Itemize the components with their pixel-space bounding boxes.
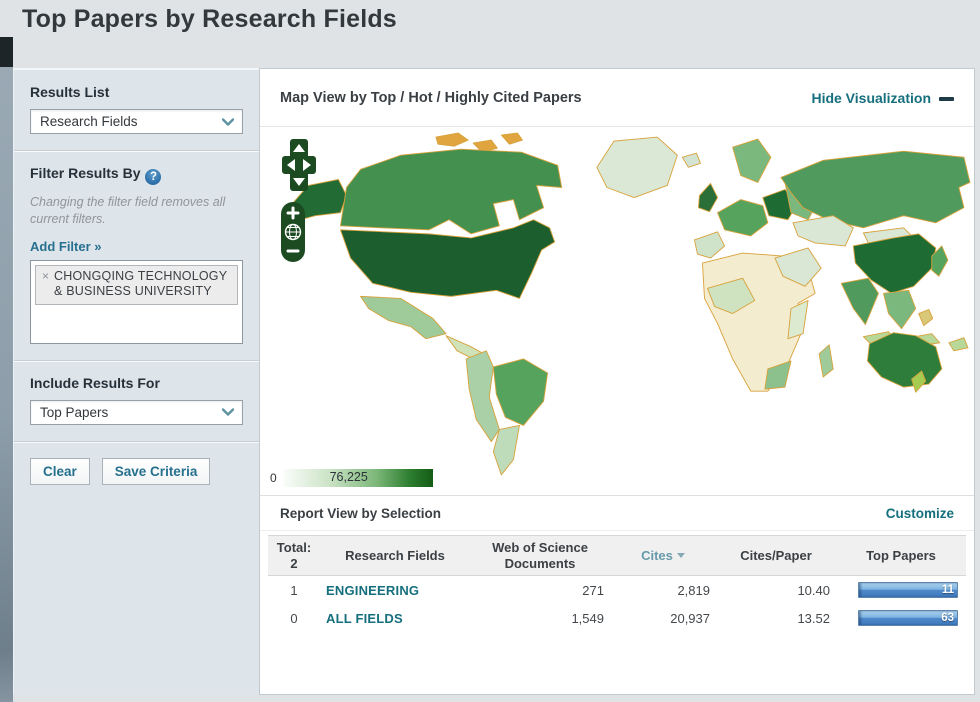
- collapse-minus-icon: [939, 96, 954, 101]
- table-row: 1 ENGINEERING 271 2,819 10.40 11: [268, 576, 966, 605]
- main-panel: Map View by Top / Hot / Highly Cited Pap…: [259, 68, 975, 695]
- results-list-selected: Research Fields: [40, 114, 138, 129]
- country-canada[interactable]: [339, 148, 563, 235]
- header-research-fields[interactable]: Research Fields: [320, 534, 470, 577]
- region-south-america-west[interactable]: [465, 350, 500, 443]
- chevron-down-icon: [221, 117, 235, 126]
- row-cites-per-paper: 13.52: [797, 610, 830, 626]
- map-view-header: Map View by Top / Hot / Highly Cited Pap…: [260, 69, 974, 127]
- add-filter-link[interactable]: Add Filter »: [30, 239, 102, 254]
- row-cites-per-paper: 10.40: [797, 582, 830, 598]
- country-usa[interactable]: [339, 219, 556, 299]
- field-link-engineering[interactable]: ENGINEERING: [326, 583, 419, 598]
- wos-line1: Web of Science: [492, 540, 588, 555]
- map-view-title: Map View by Top / Hot / Highly Cited Pap…: [280, 89, 582, 106]
- row-docs: 1,549: [571, 610, 604, 626]
- top-papers-value: 63: [941, 612, 954, 625]
- page-title: Top Papers by Research Fields: [22, 5, 397, 33]
- include-results-section: Include Results For Top Papers: [14, 361, 259, 442]
- include-results-dropdown[interactable]: Top Papers: [30, 399, 243, 425]
- results-list-section: Results List Research Fields: [14, 70, 259, 151]
- row-docs: 271: [582, 582, 604, 598]
- remove-filter-icon[interactable]: ×: [42, 269, 49, 300]
- save-criteria-button[interactable]: Save Criteria: [101, 457, 211, 485]
- region-scandinavia[interactable]: [732, 138, 772, 183]
- row-rank: 0: [290, 610, 298, 626]
- map-area: 0 76,225: [260, 127, 974, 495]
- header-wos-documents[interactable]: Web of Science Documents: [470, 534, 610, 577]
- header-cites-per-paper[interactable]: Cites/Paper: [716, 534, 836, 577]
- filter-note: Changing the filter field removes all cu…: [30, 195, 226, 226]
- field-link-all-fields[interactable]: ALL FIELDS: [326, 611, 403, 626]
- region-se-asia[interactable]: [883, 289, 917, 330]
- clear-button[interactable]: Clear: [30, 457, 90, 485]
- row-rank: 1: [290, 582, 298, 598]
- wos-line2: Documents: [504, 555, 576, 571]
- help-icon[interactable]: ?: [145, 169, 162, 185]
- sort-desc-icon: [676, 552, 685, 558]
- map-controls: [280, 137, 320, 263]
- legend-gradient-bar: 76,225: [282, 469, 433, 487]
- legend-min: 0: [270, 471, 277, 485]
- header-top-papers[interactable]: Top Papers: [836, 534, 966, 577]
- country-mexico[interactable]: [360, 295, 447, 340]
- sidebar-buttons: Clear Save Criteria: [14, 442, 259, 501]
- map-legend: 0 76,225: [270, 469, 433, 487]
- report-view-title: Report View by Selection: [280, 505, 442, 521]
- report-table: Total: 2 Research Fields Web of Science …: [268, 534, 966, 632]
- page-title-bar: Top Papers by Research Fields: [0, 0, 980, 38]
- zoom-control[interactable]: [280, 201, 306, 263]
- country-india[interactable]: [840, 277, 879, 326]
- total-label: Total:: [276, 540, 312, 555]
- world-map[interactable]: [260, 127, 974, 495]
- report-view-header: Report View by Selection Customize: [260, 495, 974, 531]
- customize-link[interactable]: Customize: [886, 506, 954, 521]
- results-list-label: Results List: [30, 84, 110, 100]
- country-uk[interactable]: [698, 183, 719, 213]
- table-row: 0 ALL FIELDS 1,549 20,937 13.52 63: [268, 604, 966, 632]
- country-iceland[interactable]: [681, 152, 701, 168]
- legend-max: 76,225: [329, 470, 368, 484]
- header-cites[interactable]: Cites: [610, 534, 716, 577]
- chevron-down-icon: [221, 408, 235, 416]
- include-results-selected: Top Papers: [40, 404, 109, 420]
- region-west-europe[interactable]: [717, 199, 769, 237]
- country-brazil[interactable]: [492, 358, 549, 426]
- active-filters-box: × CHONGQING TECHNOLOGY & BUSINESS UNIVER…: [30, 259, 243, 344]
- region-iberia[interactable]: [693, 231, 726, 259]
- include-results-label: Include Results For: [30, 374, 160, 391]
- left-edge-strip: [0, 67, 13, 702]
- filter-sidebar: Results List Research Fields Filter Resu…: [13, 68, 259, 695]
- top-papers-bar: 63: [858, 610, 958, 627]
- filter-tag: × CHONGQING TECHNOLOGY & BUSINESS UNIVER…: [35, 264, 238, 305]
- left-edge-dark-strip: [0, 37, 13, 67]
- country-greenland[interactable]: [596, 136, 678, 199]
- filter-results-section: Filter Results By? Changing the filter f…: [14, 151, 259, 361]
- row-cites: 2,819: [677, 582, 710, 598]
- hide-visualization-link[interactable]: Hide Visualization: [811, 90, 954, 106]
- filter-results-label: Filter Results By: [30, 165, 141, 181]
- filter-results-heading-row: Filter Results By?: [30, 165, 243, 185]
- results-list-dropdown[interactable]: Research Fields: [30, 109, 243, 134]
- total-count: 2: [290, 555, 298, 571]
- pan-control[interactable]: [280, 137, 318, 193]
- country-arctic-islands: [435, 132, 523, 153]
- top-papers-value: 11: [941, 584, 954, 597]
- row-cites: 20,937: [670, 610, 710, 626]
- country-philippines[interactable]: [918, 309, 934, 327]
- header-total: Total: 2: [268, 534, 320, 577]
- cites-label: Cites: [641, 547, 673, 563]
- filter-tag-label: CHONGQING TECHNOLOGY & BUSINESS UNIVERSI…: [54, 268, 228, 299]
- report-table-header-row: Total: 2 Research Fields Web of Science …: [268, 534, 966, 577]
- country-madagascar[interactable]: [818, 344, 834, 378]
- hide-visualization-label: Hide Visualization: [811, 89, 931, 106]
- top-papers-bar: 11: [858, 582, 958, 599]
